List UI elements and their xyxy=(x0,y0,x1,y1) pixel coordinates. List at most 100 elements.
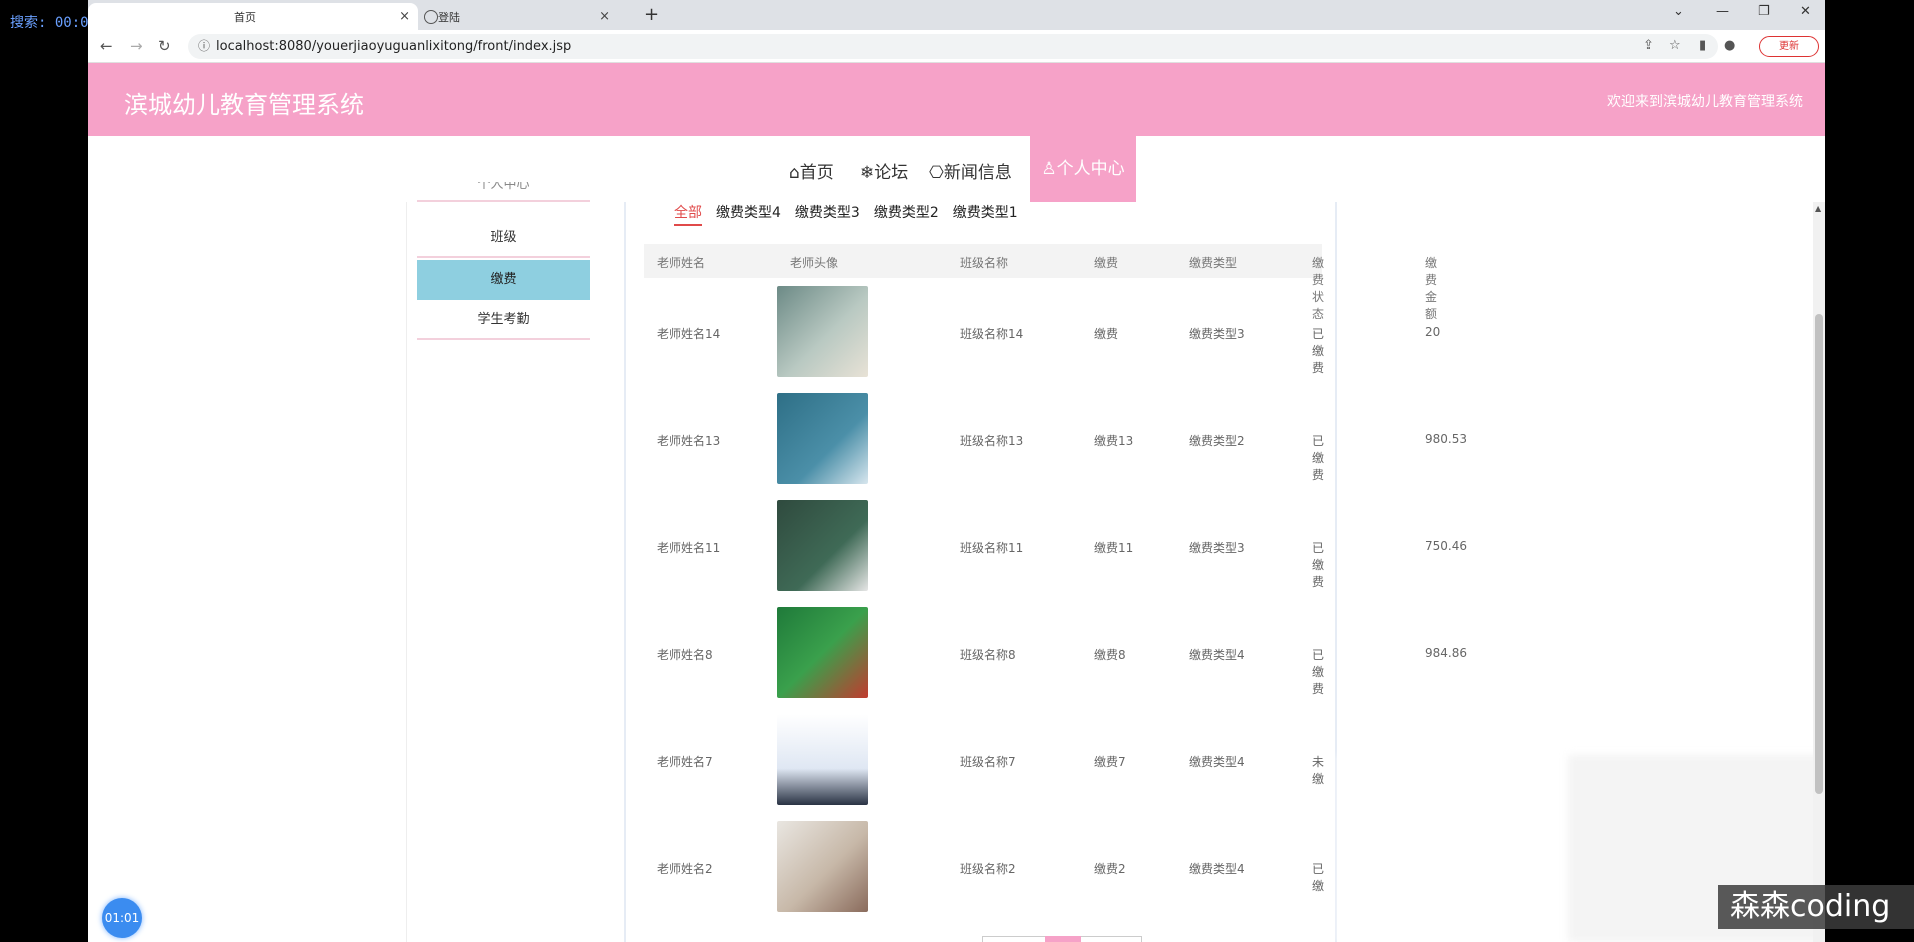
record-timer: 01:01 xyxy=(102,898,142,938)
fee-status-cell: 已缴 xyxy=(1312,862,1325,893)
fee-cell: 缴费11 xyxy=(1094,541,1134,555)
address-bar-row: ← → ↻ ⓘ localhost:8080/youerjiaoyuguanli… xyxy=(88,30,1825,63)
close-tab-icon[interactable]: × xyxy=(599,9,610,24)
teacher-name-cell: 老师姓名13 xyxy=(657,434,721,448)
current-page[interactable] xyxy=(1045,936,1081,942)
fee-type-cell: 缴费类型3 xyxy=(1189,327,1245,341)
tab-title: 首页 xyxy=(234,10,256,24)
fee-status-cell: 已缴费 xyxy=(1312,434,1325,482)
table-row: 老师姓名8 班级名称8 缴费8 缴费类型4 已缴费 984.86 xyxy=(644,599,1467,706)
col-fee-type: 缴费类型 xyxy=(1189,256,1238,270)
table-row: 老师姓名14 班级名称14 缴费 缴费类型3 已缴费 20 xyxy=(644,278,1440,385)
teacher-name-cell: 老师姓名2 xyxy=(657,862,713,876)
welcome-text: 欢迎来到滨城幼儿教育管理系统 xyxy=(1607,94,1803,110)
class-name-cell: 班级名称11 xyxy=(960,541,1024,555)
forward-icon[interactable]: → xyxy=(130,37,143,55)
fee-list-panel: 全部 缴费类型4 缴费类型3 缴费类型2 缴费类型1 老师姓名 老师头像 班级名… xyxy=(624,202,1467,942)
filter-type-4[interactable]: 缴费类型4 xyxy=(716,202,781,226)
site-title: 滨城幼儿教育管理系统 xyxy=(124,91,364,119)
sidebar-item-attendance[interactable]: 学生考勤 xyxy=(417,300,590,340)
browser-window: 首页 × 登陆 × + ⌄ — ❐ ✕ ← → ↻ ⓘ localhost:80… xyxy=(88,0,1825,942)
sidepanel-icon[interactable]: ▮ xyxy=(1699,38,1706,53)
profile-icon[interactable]: ● xyxy=(1724,38,1735,53)
fee-type-cell: 缴费类型4 xyxy=(1189,755,1245,769)
blur-overlay xyxy=(1338,755,1568,942)
teacher-avatar-image xyxy=(777,286,868,377)
watermark: 森森coding xyxy=(1718,885,1914,929)
class-name-cell: 班级名称2 xyxy=(960,862,1016,876)
teacher-avatar-image xyxy=(777,714,868,805)
nav-forum[interactable]: ❄论坛 xyxy=(860,158,908,183)
back-icon[interactable]: ← xyxy=(100,37,113,55)
col-class-name: 班级名称 xyxy=(960,256,1009,270)
tab-title: 登陆 xyxy=(438,10,460,24)
main-nav: ⌂首页 ❄论坛 ⎔新闻信息 ♙个人中心 xyxy=(88,136,1825,202)
filter-type-3[interactable]: 缴费类型3 xyxy=(795,202,860,226)
class-name-cell: 班级名称13 xyxy=(960,434,1024,448)
nav-personal-center[interactable]: ♙个人中心 xyxy=(1030,136,1136,202)
url-field[interactable]: ⓘ localhost:8080/youerjiaoyuguanlixitong… xyxy=(188,34,1718,59)
filter-all[interactable]: 全部 xyxy=(674,202,702,226)
fee-type-cell: 缴费类型3 xyxy=(1189,541,1245,555)
class-name-cell: 班级名称7 xyxy=(960,755,1016,769)
close-tab-icon[interactable]: × xyxy=(399,9,410,24)
fee-type-cell: 缴费类型4 xyxy=(1189,862,1245,876)
table-row: 老师姓名2 班级名称2 缴费2 缴费类型4 已缴 xyxy=(644,813,1325,920)
fee-cell: 缴费8 xyxy=(1094,648,1126,662)
sidebar-item-personal-center[interactable]: 个人中心 xyxy=(417,182,590,202)
minimize-button[interactable]: — xyxy=(1716,4,1729,19)
nav-home[interactable]: ⌂首页 xyxy=(789,158,834,183)
fee-status-cell: 已缴费 xyxy=(1312,648,1325,696)
fee-type-cell: 缴费类型2 xyxy=(1189,434,1245,448)
page-scrollbar[interactable]: ▲ xyxy=(1813,202,1825,942)
fee-amount-cell: 980.53 xyxy=(1425,432,1467,446)
url-text: localhost:8080/youerjiaoyuguanlixitong/f… xyxy=(216,39,572,54)
table-row: 老师姓名11 班级名称11 缴费11 缴费类型3 已缴费 750.46 xyxy=(644,492,1467,599)
fee-amount-cell: 20 xyxy=(1425,325,1441,339)
reload-icon[interactable]: ↻ xyxy=(158,37,171,55)
fee-type-cell: 缴费类型4 xyxy=(1189,648,1245,662)
fee-type-filters: 全部 缴费类型4 缴费类型3 缴费类型2 缴费类型1 xyxy=(674,202,1018,226)
screen: 搜索: 00:01:02 (关键帧) (23%) 首页 × 登陆 × + ⌄ —… xyxy=(0,0,1914,942)
scroll-up-icon[interactable]: ▲ xyxy=(1815,204,1821,213)
sidebar-item-fees[interactable]: 缴费 xyxy=(417,260,590,300)
nav-news[interactable]: ⎔新闻信息 xyxy=(929,158,1012,183)
fee-cell: 缴费7 xyxy=(1094,755,1126,769)
scroll-thumb[interactable] xyxy=(1815,314,1823,794)
class-name-cell: 班级名称14 xyxy=(960,327,1024,341)
filter-type-2[interactable]: 缴费类型2 xyxy=(874,202,939,226)
table-row: 老师姓名7 班级名称7 缴费7 缴费类型4 未缴 xyxy=(644,706,1325,813)
filter-type-1[interactable]: 缴费类型1 xyxy=(953,202,1018,226)
share-icon[interactable]: ⇪ xyxy=(1643,38,1654,53)
update-button[interactable]: 更新 xyxy=(1759,36,1819,57)
fee-status-cell: 未缴 xyxy=(1312,755,1325,786)
tab-home[interactable]: 首页 × xyxy=(88,3,418,30)
teacher-name-cell: 老师姓名14 xyxy=(657,327,721,341)
restore-button[interactable]: ❐ xyxy=(1758,4,1770,19)
tab-login[interactable]: 登陆 × xyxy=(418,3,618,30)
info-icon[interactable]: ⓘ xyxy=(198,34,210,59)
col-fee: 缴费 xyxy=(1094,256,1119,270)
star-icon[interactable]: ☆ xyxy=(1669,38,1681,53)
tab-search-icon[interactable]: ⌄ xyxy=(1673,4,1684,19)
fee-amount-cell: 750.46 xyxy=(1425,539,1467,553)
teacher-avatar-image xyxy=(777,500,868,591)
teacher-avatar-image xyxy=(777,607,868,698)
teacher-name-cell: 老师姓名8 xyxy=(657,648,713,662)
class-name-cell: 班级名称8 xyxy=(960,648,1016,662)
close-window-button[interactable]: ✕ xyxy=(1800,4,1811,19)
fee-cell: 缴费2 xyxy=(1094,862,1126,876)
fee-cell: 缴费 xyxy=(1094,327,1119,341)
site-icon xyxy=(424,9,438,24)
new-tab-button[interactable]: + xyxy=(644,4,659,25)
teacher-avatar-image xyxy=(777,393,868,484)
fee-cell: 缴费13 xyxy=(1094,434,1134,448)
pagination xyxy=(982,936,1142,942)
teacher-avatar-image xyxy=(777,821,868,912)
teacher-name-cell: 老师姓名11 xyxy=(657,541,721,555)
sidebar-item-class[interactable]: 班级 xyxy=(417,218,590,258)
table-header: 老师姓名 老师头像 班级名称 缴费 缴费类型 缴费状态 缴费金额 xyxy=(644,244,1437,321)
site-header: 滨城幼儿教育管理系统 欢迎来到滨城幼儿教育管理系统 xyxy=(88,63,1825,136)
col-fee-amount: 缴费金额 xyxy=(1425,256,1438,321)
sidebar: 个人中心 班级 缴费 学生考勤 xyxy=(406,182,600,942)
